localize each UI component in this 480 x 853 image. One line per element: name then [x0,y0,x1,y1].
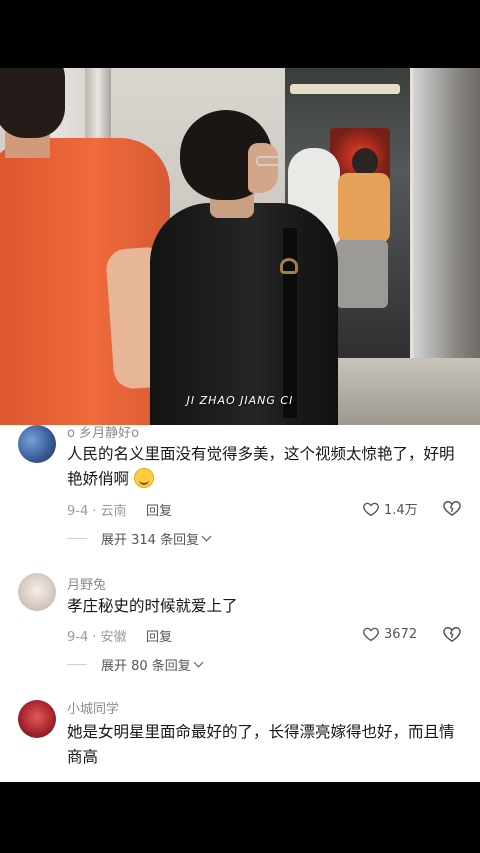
grin-squint-emoji-icon [133,468,154,488]
avatar[interactable] [18,425,56,463]
heart-icon [363,627,379,642]
scene-bag [283,228,297,418]
video-caption: JI ZHAO JIANG CI [186,394,294,407]
reply-button[interactable]: 回复 [146,626,172,645]
reply-button[interactable]: 回复 [146,500,172,519]
expand-replies-button[interactable]: 展开 314 条回复 [67,529,212,548]
expand-replies-button[interactable]: 展开 80 条回复 [67,655,204,674]
avatar[interactable] [18,573,56,611]
chevron-down-icon [201,531,212,542]
chevron-down-icon [193,657,204,668]
scene-person [336,240,388,308]
scene-light [290,84,400,94]
like-count: 1.4万 [384,503,418,518]
like-button[interactable]: 3672 [362,625,417,643]
dislike-heart-icon[interactable] [442,498,462,518]
divider [67,538,87,539]
expand-replies-label: 展开 80 条回复 [101,659,191,674]
dislike-heart-icon[interactable] [442,624,462,644]
comment-date-location: 9-4 · 安徽 [67,630,127,645]
expand-replies-label: 展开 314 条回复 [101,533,200,548]
divider [67,664,87,665]
letterbox-bottom [0,782,480,853]
comment-date-location: 9-4 · 云南 [67,504,127,519]
scene-glasses [256,156,282,166]
comment-list[interactable]: o 乡月静好o 人民的名义里面没有觉得多美，这个视频太惊艳了，好明艳娇俏啊 9-… [0,425,480,782]
scene-bag [280,258,298,274]
heart-icon [363,502,379,516]
comment-username[interactable]: 月野兔 [67,574,106,593]
video-player[interactable]: JI ZHAO JIANG CI [0,68,480,425]
comment-text: 她是女明星里面命最好的了，长得漂亮嫁得也好，而且情商高 [67,723,455,766]
comment-username[interactable]: o 乡月静好o [67,425,139,441]
comment-text: 人民的名义里面没有觉得多美，这个视频太惊艳了，好明艳娇俏啊 [67,442,462,492]
comment-text: 孝庄秘史的时候就爱上了 [67,597,238,615]
avatar[interactable] [18,700,56,738]
like-count: 3672 [384,626,418,642]
scene-person [352,148,378,176]
scene-woman [248,143,278,193]
comment-username[interactable]: 小城同学 [67,698,119,717]
scene-person [338,173,390,243]
scene-man [0,68,65,138]
scene-woman [150,203,338,425]
like-button[interactable]: 1.4万 [362,499,418,518]
comment-text-content: 人民的名义里面没有觉得多美，这个视频太惊艳了，好明艳娇俏啊 [67,445,455,488]
letterbox-top [0,0,480,68]
